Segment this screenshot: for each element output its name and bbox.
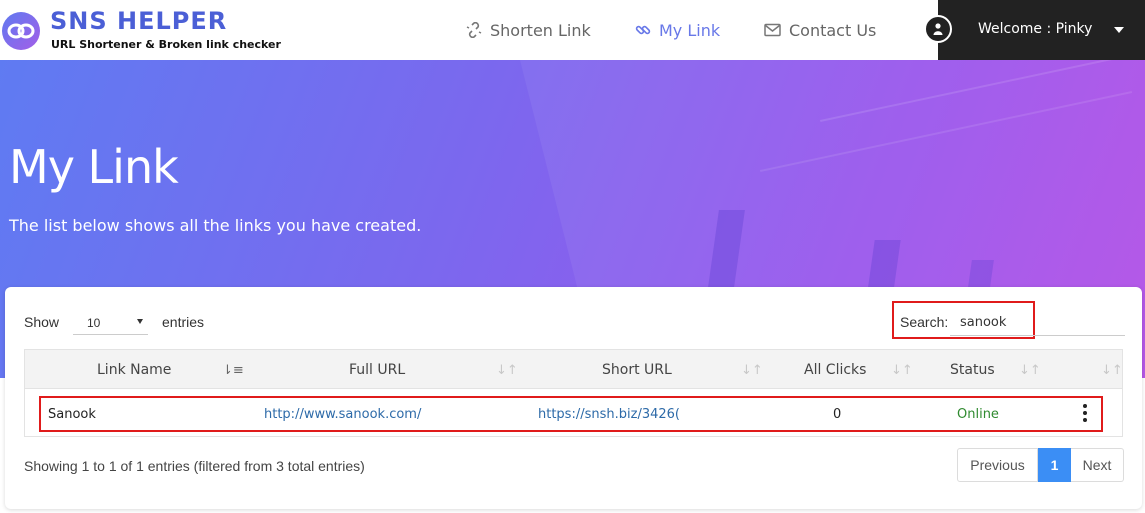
envelope-icon (764, 23, 781, 37)
table-info: Showing 1 to 1 of 1 entries (filtered fr… (24, 458, 365, 474)
entries-label: entries (162, 314, 205, 330)
dropdown-arrow-icon (137, 319, 143, 324)
sort-icon[interactable]: ↓↑ (496, 363, 518, 378)
search-label: Search: (900, 314, 949, 330)
welcome-text: Welcome : Pinky (978, 21, 1093, 37)
column-header-link-name[interactable]: Link Name (97, 362, 171, 378)
cell-link-name: Sanook (48, 407, 96, 422)
page-length-select[interactable]: 10 (73, 309, 148, 335)
nav-my-link[interactable]: My Link (635, 20, 720, 40)
brand-title: SNS HELPER (50, 7, 228, 35)
search-highlight-box: Search: (892, 301, 1035, 339)
previous-page-button[interactable]: Previous (957, 448, 1038, 482)
more-options-icon[interactable] (1080, 403, 1090, 425)
page-title: My Link (9, 140, 179, 194)
user-icon (924, 15, 952, 43)
chevron-down-icon (1114, 27, 1124, 33)
column-header-short-url[interactable]: Short URL (602, 362, 672, 378)
nav-contact-us[interactable]: Contact Us (764, 20, 876, 40)
brand-logo[interactable]: SNS HELPER URL Shortener & Broken link c… (0, 6, 290, 56)
top-navbar: SNS HELPER URL Shortener & Broken link c… (0, 0, 1145, 60)
page-length-value: 10 (87, 316, 101, 330)
column-header-all-clicks[interactable]: All Clicks (804, 362, 866, 378)
sort-desc-icon[interactable]: ⇂≡ (222, 363, 244, 378)
next-page-button[interactable]: Next (1071, 448, 1124, 482)
search-input[interactable] (960, 313, 1032, 331)
page-subtitle: The list below shows all the links you h… (9, 216, 422, 235)
column-header-full-url[interactable]: Full URL (349, 362, 405, 378)
brand-tagline: URL Shortener & Broken link checker (51, 38, 281, 51)
cell-short-url[interactable]: https://snsh.biz/3426( (538, 407, 680, 422)
cell-status: Online (957, 407, 999, 422)
sort-icon[interactable]: ↓↑ (891, 363, 913, 378)
sort-icon[interactable]: ↓↑ (1019, 363, 1041, 378)
sort-icon[interactable]: ↓↑ (1101, 363, 1123, 378)
show-label: Show (24, 314, 60, 330)
logo-chain-icon (2, 12, 40, 50)
cell-all-clicks: 0 (833, 407, 842, 422)
link-icon (635, 25, 651, 35)
nav-my-link-label: My Link (659, 20, 721, 40)
user-menu[interactable]: Welcome : Pinky (924, 0, 1145, 60)
pagination: Previous 1 Next (957, 448, 1124, 482)
column-header-status[interactable]: Status (950, 362, 995, 378)
sort-icon[interactable]: ↓↑ (741, 363, 763, 378)
nav-shorten-link[interactable]: Shorten Link (466, 20, 591, 40)
links-table-card: Show 10 entries Search: Link Name ⇂≡ Ful… (5, 287, 1142, 509)
table-header: Link Name ⇂≡ Full URL ↓↑ Short URL ↓↑ Al… (24, 349, 1123, 389)
cell-full-url[interactable]: http://www.sanook.com/ (264, 407, 421, 422)
nav-shorten-link-label: Shorten Link (490, 20, 591, 40)
page-1-button[interactable]: 1 (1038, 448, 1071, 482)
broken-link-icon (466, 22, 482, 38)
nav-contact-us-label: Contact Us (789, 20, 877, 40)
search-underline (950, 335, 1125, 336)
